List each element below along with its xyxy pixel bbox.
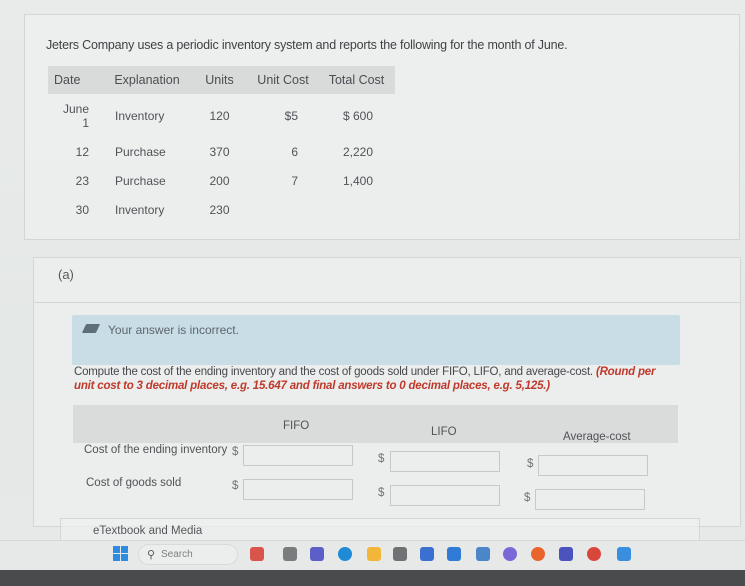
firefox-icon[interactable] xyxy=(531,547,545,561)
teams-icon[interactable] xyxy=(310,547,324,561)
cell-total-cost: 2,220 xyxy=(342,145,373,159)
task-view-icon[interactable] xyxy=(283,547,297,561)
cell-date: 23 xyxy=(75,174,89,188)
instructions-text: Compute the cost of the ending inventory… xyxy=(74,366,593,378)
header-units: Units xyxy=(205,73,234,87)
amazon-icon[interactable] xyxy=(476,547,490,561)
lifo-ending-inventory-input[interactable] xyxy=(390,451,500,472)
fifo-ending-inventory-input[interactable] xyxy=(243,445,353,466)
taskbar-search[interactable]: ⚲ Search xyxy=(138,544,238,565)
cell-total-cost xyxy=(320,195,395,224)
feedback-banner: Your answer is incorrect. xyxy=(72,315,680,365)
cell-explanation: Inventory xyxy=(115,109,165,123)
inventory-table: Date Explanation Units Unit Cost Total C… xyxy=(48,66,395,224)
cell-date: June 1 xyxy=(62,102,89,130)
row-label-ending-inventory: Cost of the ending inventory xyxy=(84,444,228,456)
microsoft-store-icon[interactable] xyxy=(420,547,434,561)
fifo-cogs-input[interactable] xyxy=(243,479,353,500)
feedback-message: Your answer is incorrect. xyxy=(108,323,239,337)
currency-symbol: $ xyxy=(232,480,239,492)
cell-units: 230 xyxy=(209,203,230,217)
average-cost-cogs-input[interactable] xyxy=(535,489,645,510)
cell-unit-cost xyxy=(248,195,320,224)
divider xyxy=(34,302,740,303)
cell-units: 120 xyxy=(209,109,230,123)
header-explanation: Explanation xyxy=(114,73,180,87)
cell-units: 370 xyxy=(209,145,230,159)
cell-date: 30 xyxy=(75,203,89,217)
monitor-bezel xyxy=(0,570,745,586)
stack-app-icon[interactable] xyxy=(250,547,264,561)
cell-unit-cost: 7 xyxy=(291,174,298,188)
search-placeholder: Search xyxy=(161,549,193,560)
chrome-icon[interactable] xyxy=(587,547,601,561)
currency-symbol: $ xyxy=(378,487,385,499)
table-row: June 1 Inventory 120 $5 $ 600 xyxy=(48,94,395,137)
table-row: 12 Purchase 370 6 2,220 xyxy=(48,137,395,166)
etextbook-label: eTextbook and Media xyxy=(93,525,203,537)
problem-intro: Jeters Company uses a periodic inventory… xyxy=(46,38,568,52)
mail-icon[interactable] xyxy=(447,547,461,561)
instructions: Compute the cost of the ending inventory… xyxy=(74,365,674,393)
column-lifo: LIFO xyxy=(431,426,457,438)
table-header-row: Date Explanation Units Unit Cost Total C… xyxy=(48,66,395,94)
search-icon: ⚲ xyxy=(147,549,156,561)
header-total-cost: Total Cost xyxy=(328,73,385,87)
cell-total-cost: 1,400 xyxy=(342,174,373,188)
table-row: 23 Purchase 200 7 1,400 xyxy=(48,166,395,195)
pencil-icon xyxy=(81,324,101,333)
cell-units: 200 xyxy=(209,174,230,188)
currency-symbol: $ xyxy=(527,458,534,470)
taskbar: ⚲ Search xyxy=(0,540,745,570)
copilot-icon[interactable] xyxy=(503,547,517,561)
cell-explanation: Purchase xyxy=(115,145,166,159)
lifo-cogs-input[interactable] xyxy=(390,485,500,506)
cell-total-cost: $ 600 xyxy=(342,109,373,123)
file-explorer-icon[interactable] xyxy=(367,547,381,561)
row-label-cogs: Cost of goods sold xyxy=(86,477,182,489)
header-date: Date xyxy=(54,73,81,87)
etextbook-link[interactable]: eTextbook and Media xyxy=(60,518,700,540)
currency-symbol: $ xyxy=(378,453,385,465)
edge-icon[interactable] xyxy=(338,547,352,561)
currency-symbol: $ xyxy=(524,492,531,504)
currency-symbol: $ xyxy=(232,446,239,458)
column-average-cost: Average-cost xyxy=(563,431,631,443)
dropbox-icon[interactable] xyxy=(393,547,407,561)
screen: Jeters Company uses a periodic inventory… xyxy=(0,0,745,586)
average-cost-ending-inventory-input[interactable] xyxy=(538,455,648,476)
cell-unit-cost: 6 xyxy=(291,145,298,159)
teams-new-icon[interactable] xyxy=(559,547,573,561)
cell-explanation: Inventory xyxy=(115,203,165,217)
cell-unit-cost: $5 xyxy=(284,109,298,123)
cell-explanation: Purchase xyxy=(115,174,166,188)
part-label: (a) xyxy=(58,267,74,282)
windows-start-icon[interactable] xyxy=(113,546,129,562)
photos-icon[interactable] xyxy=(617,547,631,561)
table-row: 30 Inventory 230 xyxy=(48,195,395,224)
column-fifo: FIFO xyxy=(283,420,310,432)
cell-date: 12 xyxy=(75,145,89,159)
header-unit-cost: Unit Cost xyxy=(257,73,309,87)
